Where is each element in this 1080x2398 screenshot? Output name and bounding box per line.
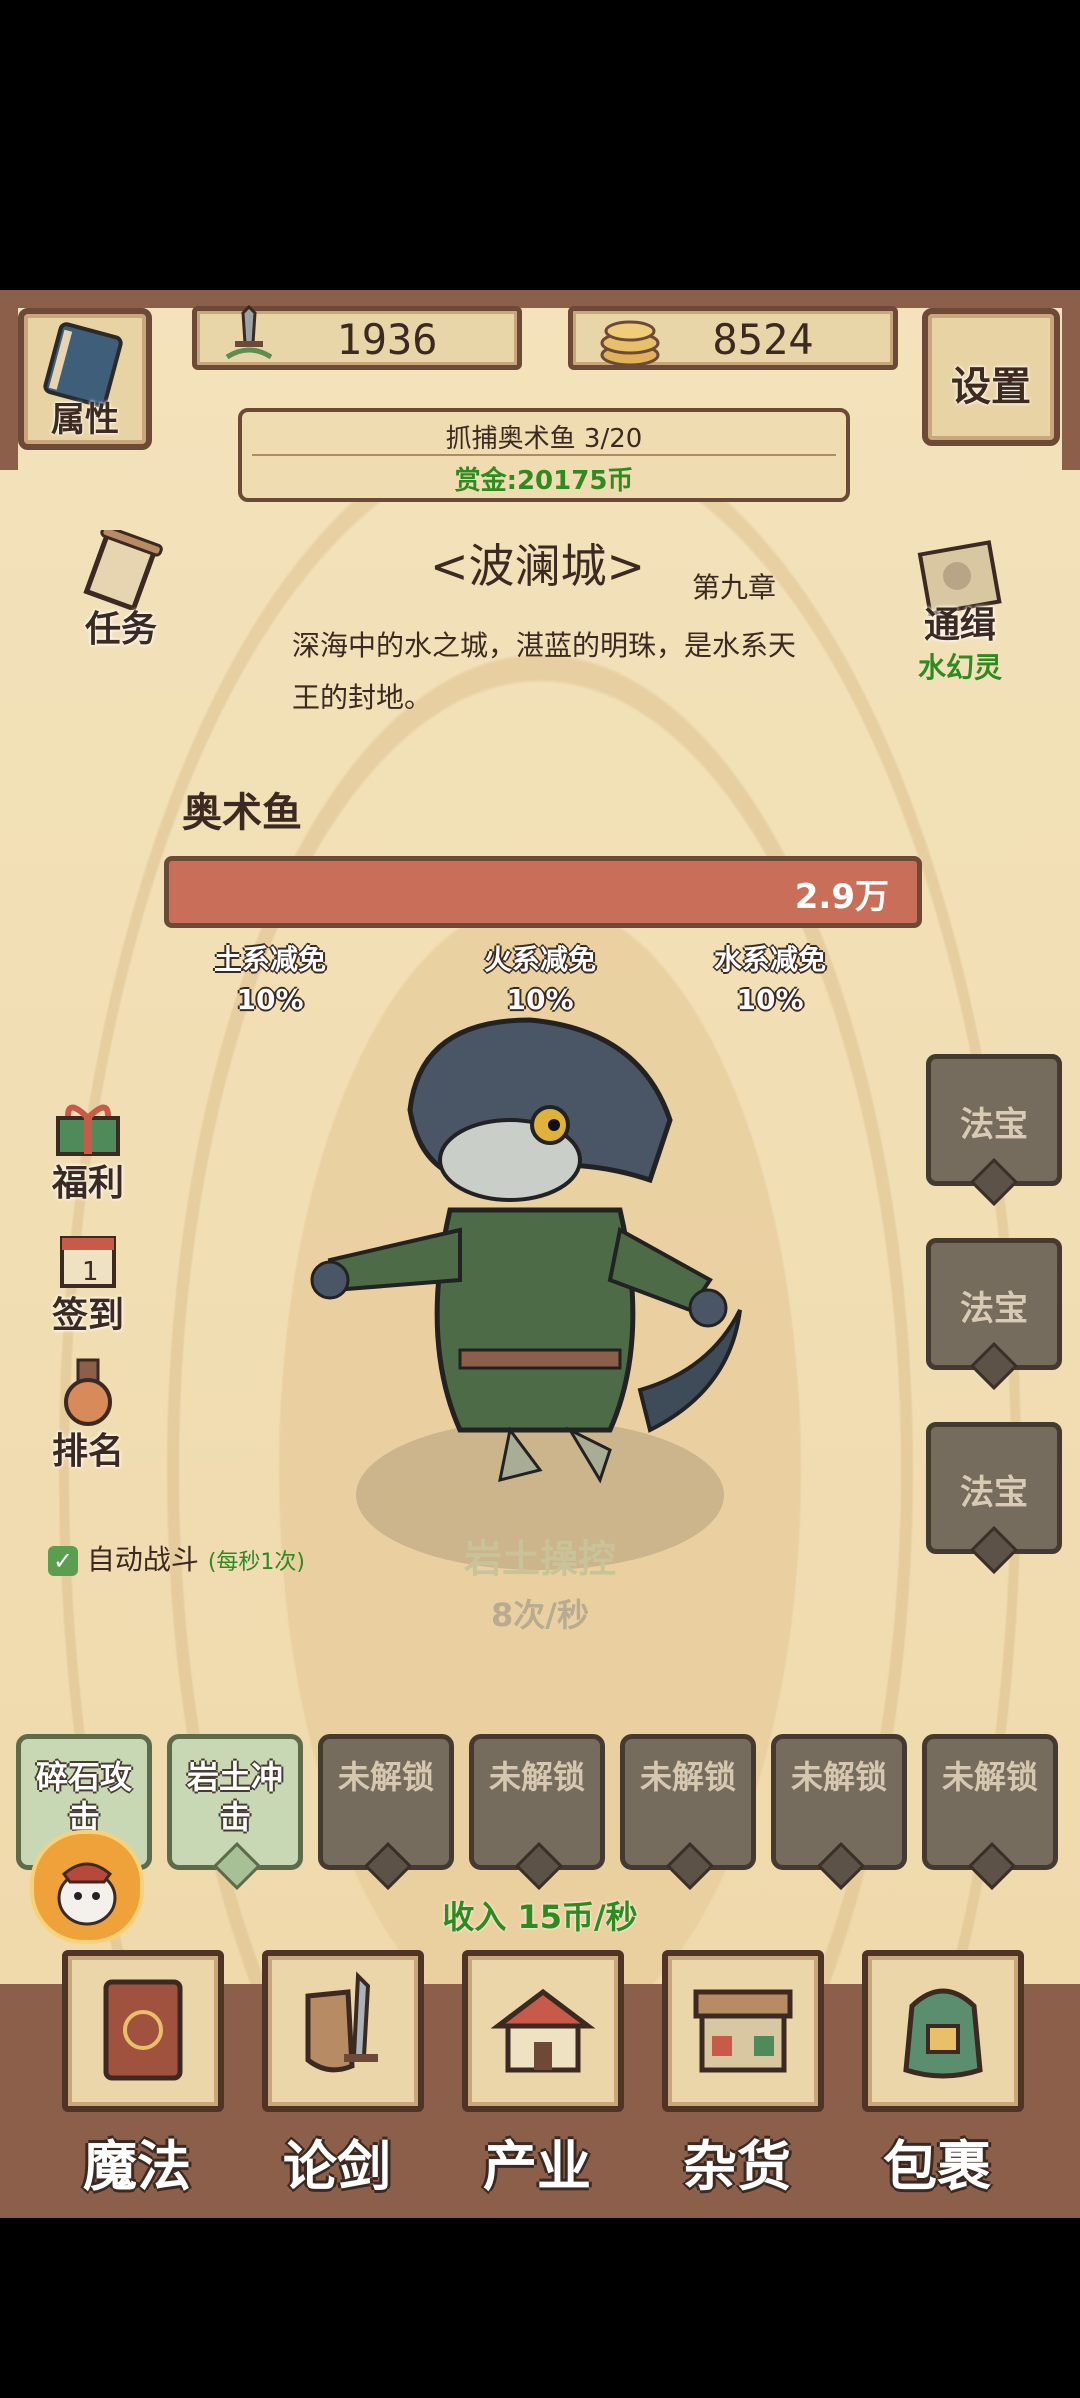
city-description: 深海中的水之城，湛蓝的明珠，是水系天王的封地。 [292, 629, 797, 714]
calendar-icon: 1 [60, 1236, 116, 1288]
skill-slot-3-label: 未解锁 [337, 1758, 434, 1796]
task-button[interactable]: 任务 [56, 530, 186, 650]
resist-fire-name: 火系减免 [483, 943, 596, 976]
skill-slot-5-gem [665, 1841, 715, 1891]
boss-name: 奥术鱼 [182, 790, 302, 836]
power-value: 1936 [336, 315, 438, 364]
power-stat: 1936 [192, 304, 522, 370]
skill-slot-6-gem [816, 1841, 866, 1891]
top-frame [0, 290, 1080, 308]
rank-label: 排名 [51, 1431, 124, 1472]
income-text: 收入 15币/秒 [442, 1898, 638, 1936]
coins-stat: 8524 [568, 306, 898, 370]
wanted-button[interactable]: 通缉 水幻灵 [890, 540, 1030, 690]
treasure-slot-2-label: 法宝 [960, 1289, 1028, 1329]
welfare-button[interactable]: 福利 [38, 1098, 138, 1208]
treasure-slot-2-gem [969, 1341, 1019, 1391]
medal-icon [64, 1358, 112, 1426]
attributes-button[interactable]: 属性 [18, 308, 152, 450]
spellbook-icon [103, 1979, 183, 2081]
nav-bag-label: 包裹 [883, 2135, 991, 2198]
boss-character-image [310, 1017, 742, 1484]
task-label: 任务 [84, 609, 157, 650]
rank-button[interactable]: 排名 [38, 1358, 138, 1472]
treasure-slot-3-label: 法宝 [960, 1473, 1028, 1513]
skill-slot-7-gem [967, 1841, 1017, 1891]
gift-icon [56, 1104, 120, 1156]
treasure-slot-1-label: 法宝 [960, 1105, 1028, 1145]
resist-water: 水系减免 10% [690, 940, 850, 1020]
game-screen: 属性 1936 8524 设置 抓捕奥术鱼 3/20 赏金:20175币 <波澜… [0, 290, 1080, 2218]
resist-earth-name: 土系减免 [213, 943, 326, 976]
resist-water-name: 水系减免 [713, 943, 826, 976]
nav-industry-button[interactable] [462, 1950, 624, 2112]
city-title: <波澜城> [430, 539, 646, 593]
wanted-target: 水幻灵 [917, 651, 1002, 684]
welfare-label: 福利 [51, 1163, 124, 1204]
skill-slot-5[interactable]: 未解锁 [620, 1734, 756, 1891]
skill-slot-6[interactable]: 未解锁 [771, 1734, 907, 1891]
nav-store-button[interactable] [662, 1950, 824, 2112]
skill-slot-2-gem [212, 1841, 262, 1891]
skill-slot-7-label: 未解锁 [941, 1758, 1038, 1796]
skill-slot-4-label: 未解锁 [488, 1758, 585, 1796]
resist-fire: 火系减免 10% [460, 940, 620, 1020]
backpack-icon [903, 1988, 983, 2079]
nav-magic-button[interactable] [62, 1950, 224, 2112]
nav-duel-button[interactable] [262, 1950, 424, 2112]
nav-industry-label: 产业 [483, 2135, 591, 2198]
quest-title: 抓捕奥术鱼 3/20 [445, 424, 643, 454]
current-skill-rate: 8次/秒 [491, 1596, 589, 1634]
quest-panel[interactable]: 抓捕奥术鱼 3/20 赏金:20175币 [238, 408, 850, 502]
signin-button[interactable]: 1 签到 [38, 1230, 138, 1340]
skill-slot-2-label: 岩土冲击 [186, 1758, 283, 1836]
quest-divider [252, 454, 836, 456]
skill-slot-3-gem [363, 1841, 413, 1891]
coins-value: 8524 [712, 315, 814, 364]
treasure-slot-1[interactable]: 法宝 [926, 1054, 1062, 1207]
attributes-label: 属性 [51, 400, 119, 440]
nav-magic-label: 魔法 [83, 2135, 191, 2198]
nav-bag-button[interactable] [862, 1950, 1024, 2112]
boss-hp-text: 2.9万 [794, 877, 889, 917]
svg-text:1: 1 [82, 1257, 99, 1287]
treasure-slot-2[interactable]: 法宝 [926, 1238, 1062, 1391]
treasure-slot-1-gem [969, 1157, 1019, 1207]
market-stall-icon [693, 1989, 793, 2073]
current-skill-name: 岩土操控 [463, 1537, 616, 1581]
right-frame [1062, 290, 1080, 470]
resist-earth: 土系减免 10% [190, 940, 350, 1020]
skill-slot-1-label: 碎石攻击 [35, 1758, 132, 1836]
quest-reward: 赏金:20175币 [454, 466, 634, 496]
skill-slot-6-label: 未解锁 [790, 1758, 887, 1796]
skill-slot-5-label: 未解锁 [639, 1758, 736, 1796]
nav-store-label: 杂货 [683, 2135, 791, 2198]
chapter-label: 第九章 [692, 571, 777, 604]
skill-slot-7[interactable]: 未解锁 [922, 1734, 1058, 1891]
scroll-icon [83, 530, 163, 610]
nav-duel-label: 论剑 [283, 2135, 391, 2198]
settings-button[interactable]: 设置 [922, 308, 1060, 446]
settings-label: 设置 [951, 364, 1031, 410]
skill-slot-3[interactable]: 未解锁 [318, 1734, 454, 1891]
skill-slot-2[interactable]: 岩土冲击 [167, 1734, 303, 1891]
sword-shield-icon [305, 1971, 378, 2073]
left-frame [0, 290, 18, 470]
wanted-label: 通缉 [923, 605, 996, 646]
house-icon [490, 1988, 596, 2073]
signin-label: 签到 [51, 1295, 124, 1336]
skill-slot-4[interactable]: 未解锁 [469, 1734, 605, 1891]
skill-slot-4-gem [514, 1841, 564, 1891]
boss-hp-bar: 2.9万 [164, 856, 922, 928]
